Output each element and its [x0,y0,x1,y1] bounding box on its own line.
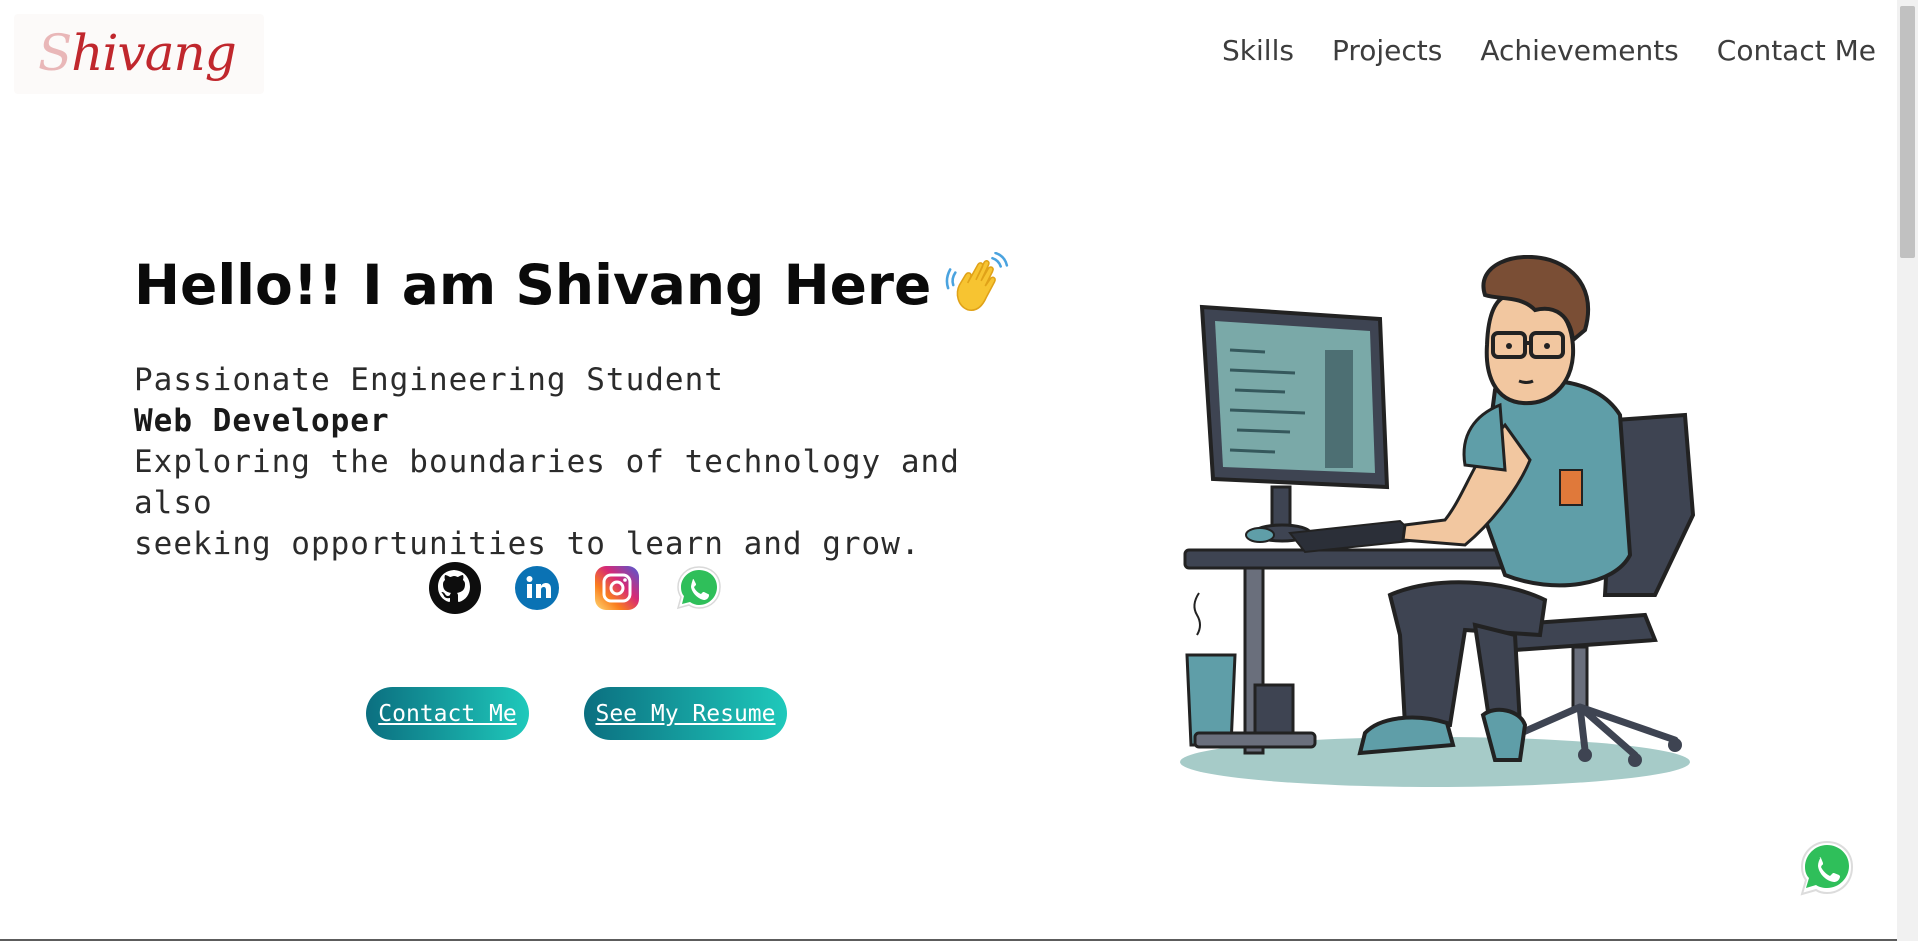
waving-hand-icon [945,252,1009,311]
instagram-icon [595,566,639,610]
whatsapp-link[interactable] [672,561,726,615]
top-nav: Skills Projects Achievements Contact Me [1222,34,1876,67]
nav-contact-me[interactable]: Contact Me [1717,34,1876,67]
vertical-scrollbar[interactable] [1897,0,1918,941]
description-line-1: Exploring the boundaries of technology a… [134,444,960,521]
hero-title: Hello!! I am Shivang Here [134,252,1011,318]
nav-achievements[interactable]: Achievements [1480,34,1678,67]
nav-skills[interactable]: Skills [1222,34,1294,67]
whatsapp-float-icon [1800,840,1854,896]
role: Web Developer [134,403,390,439]
instagram-link[interactable] [590,561,644,615]
scrollbar-thumb[interactable] [1900,6,1915,258]
nav-projects[interactable]: Projects [1332,34,1442,67]
linkedin-link[interactable] [510,561,564,615]
linkedin-icon [515,566,559,610]
logo-text: Shivang [38,24,237,82]
tagline: Passionate Engineering Student [134,362,724,398]
hero-title-text: Hello!! I am Shivang Here [134,253,932,317]
description-line-2: seeking opportunities to learn and grow. [134,526,921,562]
see-resume-button[interactable]: See My Resume [584,687,787,740]
site-logo[interactable]: Shivang [14,14,264,94]
contact-me-button[interactable]: Contact Me [366,687,529,740]
developer-illustration [1180,255,1696,787]
github-icon [429,562,481,614]
whatsapp-icon [676,566,721,610]
github-link[interactable] [428,561,482,615]
intro-text: Passionate Engineering Student Web Devel… [134,360,1034,565]
whatsapp-floating-button[interactable] [1796,837,1858,899]
